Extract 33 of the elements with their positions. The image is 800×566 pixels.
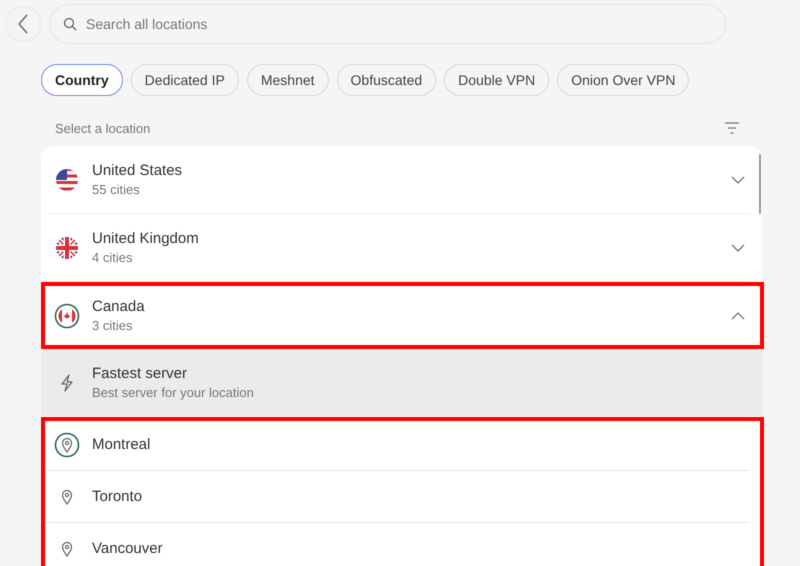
city-count: 55 cities (92, 182, 141, 197)
city-item[interactable]: Toronto (45, 471, 750, 523)
country-name: Canada (92, 298, 146, 315)
filter-tab[interactable]: Obfuscated (336, 64, 436, 96)
city-item[interactable]: Vancouver (45, 523, 750, 566)
fastest-server-subtitle: Best server for your location (92, 385, 255, 400)
filter-tab[interactable]: Dedicated IP (130, 64, 239, 96)
chevron-up-icon[interactable] (730, 310, 746, 320)
search-icon (63, 17, 77, 31)
fastest-server-item[interactable]: Fastest server Best server for your location (41, 349, 762, 416)
country-item[interactable]: United Kingdom 4 cities (41, 214, 762, 281)
city-item[interactable]: Montreal (45, 419, 750, 471)
country-item[interactable]: United States 55 cities (41, 146, 762, 213)
scrollbar (759, 154, 761, 214)
country-name: United States (92, 162, 184, 179)
fastest-server-title: Fastest server (92, 365, 188, 382)
chevron-down-icon[interactable] (730, 242, 746, 252)
filter-tab[interactable]: Meshnet (246, 64, 329, 96)
city-count: 4 cities (92, 250, 134, 265)
search-field[interactable]: Search all locations (49, 4, 726, 44)
city-name: Toronto (92, 488, 142, 505)
city-name: Vancouver (92, 540, 163, 557)
section-label: Select a location (55, 120, 150, 136)
chevron-down-icon[interactable] (730, 174, 746, 184)
back-button[interactable] (5, 6, 41, 42)
country-item[interactable]: Canada 3 cities (41, 282, 762, 349)
city-count: 3 cities (92, 318, 134, 333)
city-name: Montreal (92, 436, 150, 453)
country-name: United Kingdom (92, 230, 200, 247)
filter-tab[interactable]: Country (41, 64, 123, 96)
filter-tab[interactable]: Onion Over VPN (557, 64, 690, 96)
filter-tab[interactable]: Double VPN (444, 64, 550, 96)
filter-icon[interactable] (724, 121, 740, 135)
